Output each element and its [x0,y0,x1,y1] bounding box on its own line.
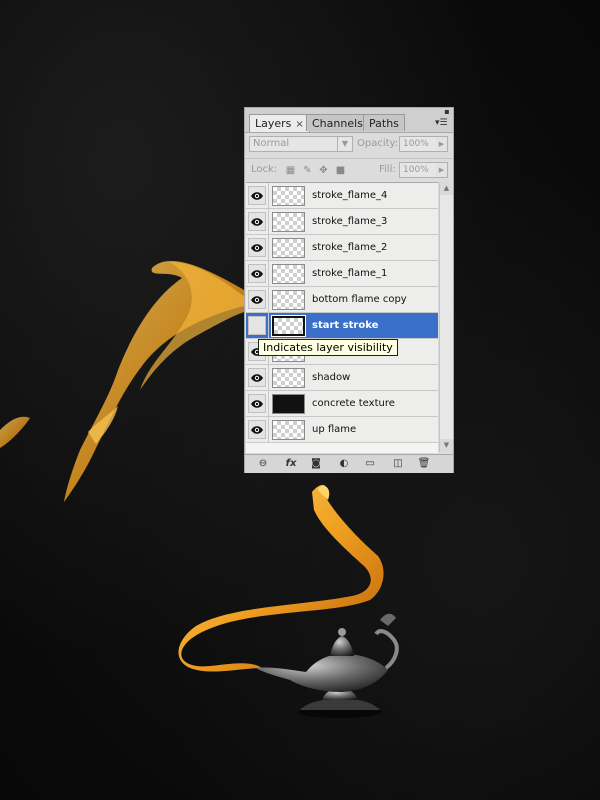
link-icon[interactable]: ⊖ [255,457,271,471]
lock-fill-row: Lock: ▦ ✎ ✥ ■ Fill: 100% ▶ [245,158,453,183]
eye-icon [251,374,263,382]
layer-name[interactable]: concrete texture [312,398,395,409]
row-divider [268,391,269,417]
layer-name[interactable]: stroke_flame_4 [312,190,387,201]
layer-thumbnail[interactable] [272,290,305,310]
layer-name[interactable]: stroke_flame_2 [312,242,387,253]
tooltip: Indicates layer visibility [258,339,398,356]
lock-position-icon[interactable]: ✥ [318,165,329,176]
layer-name[interactable]: shadow [312,372,350,383]
layer-row[interactable]: stroke_flame_2 [246,235,438,261]
visibility-toggle[interactable] [248,186,266,205]
adjustment-icon[interactable]: ◐ [337,457,351,471]
eye-icon [251,270,263,278]
eye-icon [251,244,263,252]
tab-layers[interactable]: Layers × [249,114,310,132]
layer-name[interactable]: stroke_flame_3 [312,216,387,227]
layer-row[interactable]: start stroke [246,313,438,339]
trash-icon[interactable]: 🗑 [417,457,431,471]
layer-name[interactable]: bottom flame copy [312,294,407,305]
lock-pixels-icon[interactable]: ✎ [302,165,313,176]
row-divider [268,365,269,391]
fill-label: Fill: [379,164,396,175]
eye-icon [251,400,263,408]
row-divider [268,417,269,443]
blend-mode-select[interactable]: Normal ▼ [249,136,353,152]
scroll-down-icon[interactable]: ▼ [440,439,453,452]
mask-icon[interactable]: ◙ [309,457,323,471]
opacity-field[interactable]: 100% [399,136,437,152]
layer-row[interactable]: stroke_flame_1 [246,261,438,287]
palette-close-icon[interactable]: ▪ [442,108,452,116]
row-divider [268,235,269,261]
palette-bottom-bar: ⊖ fx ◙ ◐ ▭ ◫ 🗑 [245,454,453,473]
layer-thumbnail[interactable] [271,315,306,337]
eye-icon [251,296,263,304]
layer-name[interactable]: stroke_flame_1 [312,268,387,279]
layer-thumbnail[interactable] [272,264,305,284]
tab-paths-label: Paths [369,117,399,130]
layer-name[interactable]: up flame [312,424,356,435]
layer-row[interactable]: bottom flame copy [246,287,438,313]
row-divider [268,287,269,313]
layer-row[interactable]: concrete texture [246,391,438,417]
visibility-toggle[interactable] [248,264,266,283]
upper-flame [0,260,244,502]
chevron-down-icon: ▼ [337,137,352,151]
visibility-toggle[interactable] [248,238,266,257]
layers-scrollbar[interactable]: ▲ ▼ [439,182,453,452]
layers-palette: Layers × Channels Paths ▪ ▾☰ Normal ▼ Opa… [244,107,454,473]
tab-channels-label: Channels [312,117,363,130]
opacity-value: 100% [403,139,429,149]
layer-thumbnail[interactable] [272,238,305,258]
layer-name[interactable]: start stroke [312,320,378,331]
fill-field[interactable]: 100% [399,162,437,178]
visibility-toggle[interactable] [248,394,266,413]
layer-row[interactable]: shadow [246,365,438,391]
eye-icon [251,218,263,226]
magic-lamp [256,613,399,718]
row-divider [268,209,269,235]
visibility-toggle[interactable] [248,316,266,335]
folder-icon[interactable]: ▭ [363,457,377,471]
layer-thumbnail[interactable] [272,420,305,440]
lock-transparency-icon[interactable]: ▦ [285,165,296,176]
fx-icon[interactable]: fx [283,457,299,471]
visibility-toggle[interactable] [248,290,266,309]
row-divider [268,261,269,287]
tab-layers-label: Layers [255,117,292,130]
tab-paths[interactable]: Paths [363,114,405,131]
palette-menu-icon[interactable]: ▾☰ [435,118,449,128]
layer-thumbnail[interactable] [272,394,305,414]
new-layer-icon[interactable]: ◫ [391,457,405,471]
layer-thumbnail[interactable] [272,368,305,388]
tab-channels[interactable]: Channels [306,114,369,131]
layer-thumbnail[interactable] [272,212,305,232]
palette-tab-bar: Layers × Channels Paths ▪ ▾☰ [245,108,453,133]
fill-value: 100% [403,165,429,175]
visibility-toggle[interactable] [248,212,266,231]
scroll-up-icon[interactable]: ▲ [440,182,453,195]
layer-row[interactable]: stroke_flame_3 [246,209,438,235]
visibility-toggle[interactable] [248,420,266,439]
visibility-toggle[interactable] [248,368,266,387]
layer-row[interactable]: stroke_flame_4 [246,183,438,209]
row-divider [268,183,269,209]
fill-slider-arrow-icon[interactable]: ▶ [436,162,448,178]
blend-opacity-row: Normal ▼ Opacity: 100% ▶ [245,133,453,157]
lock-label: Lock: [251,164,278,175]
layer-thumbnail[interactable] [272,186,305,206]
blend-mode-value: Normal [253,138,290,149]
lamp-flame [178,484,384,672]
opacity-slider-arrow-icon[interactable]: ▶ [436,136,448,152]
opacity-label: Opacity: [357,138,399,149]
layers-list: stroke_flame_4 stroke_flame_3 stroke_flame… [246,182,438,453]
eye-icon [251,192,263,200]
tab-close-icon[interactable]: × [295,119,303,130]
row-divider [268,313,269,339]
layer-row[interactable]: up flame [246,417,438,443]
eye-icon [251,426,263,434]
lock-all-icon[interactable]: ■ [335,165,346,176]
